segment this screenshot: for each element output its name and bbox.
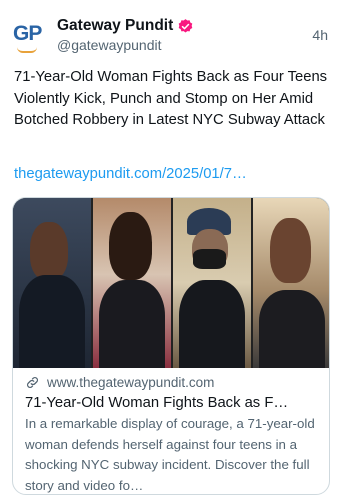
post-timestamp[interactable]: 4h <box>312 27 328 43</box>
avatar-logo-swoosh <box>17 47 37 53</box>
card-title: 71-Year-Old Woman Fights Back as F… <box>25 395 289 411</box>
card-photo-3 <box>173 198 251 368</box>
post-link[interactable]: thegatewaypundit.com/2025/01/7… <box>14 166 247 182</box>
link-icon <box>27 376 38 388</box>
card-photo-2 <box>93 198 171 368</box>
avatar[interactable]: GP <box>13 20 45 53</box>
card-description: In a remarkable display of courage, a 71… <box>25 416 315 493</box>
author-name[interactable]: Gateway Pundit <box>57 17 173 35</box>
card-photo-1 <box>13 198 91 368</box>
verified-badge-icon <box>178 18 193 33</box>
author-row: Gateway Pundit <box>57 15 194 37</box>
card-meta[interactable]: www.thegatewaypundit.com 71-Year-Old Wom… <box>25 373 321 494</box>
card-photo-4 <box>253 198 329 368</box>
avatar-logo-text: GP <box>13 22 42 45</box>
link-preview-card[interactable]: www.thegatewaypundit.com 71-Year-Old Wom… <box>12 197 330 495</box>
author-handle[interactable]: @gatewaypundit <box>57 37 162 53</box>
post[interactable]: GP Gateway Pundit @gatewaypundit 4h 71-Y… <box>0 0 343 500</box>
post-text: 71-Year-Old Woman Fights Back as Four Te… <box>14 69 328 128</box>
card-domain: www.thegatewaypundit.com <box>47 374 215 390</box>
card-image[interactable] <box>13 198 329 368</box>
